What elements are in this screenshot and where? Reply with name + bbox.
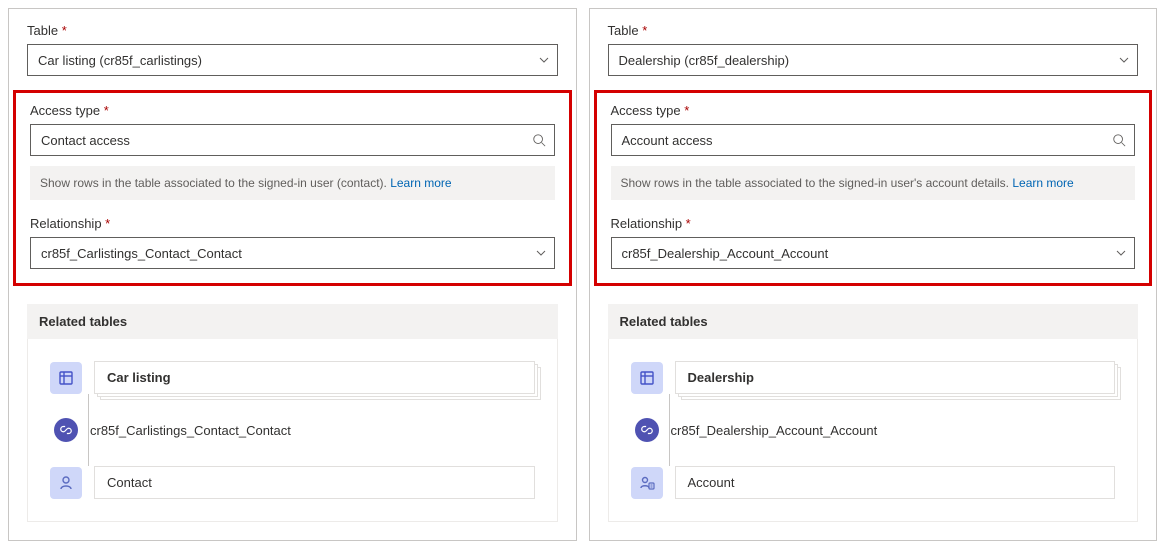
relationship-label: Relationship — [30, 216, 555, 231]
relationship-value: cr85f_Carlistings_Contact_Contact — [41, 246, 242, 261]
access-type-value: Contact access — [41, 133, 130, 148]
table-select[interactable]: Dealership (cr85f_dealership) — [608, 44, 1139, 76]
contact-icon — [50, 467, 82, 499]
related-link-text: cr85f_Dealership_Account_Account — [671, 423, 878, 438]
highlighted-section: Access type Contact access Show rows in … — [13, 90, 572, 286]
relationship-value: cr85f_Dealership_Account_Account — [622, 246, 829, 261]
related-tables-header: Related tables — [27, 304, 558, 339]
chevron-down-icon — [1119, 55, 1129, 65]
helper-text-row: Show rows in the table associated to the… — [30, 166, 555, 200]
relationship-label: Relationship — [611, 216, 1136, 231]
relationship-icon — [635, 418, 659, 442]
chevron-down-icon — [1116, 248, 1126, 258]
related-bottom-card: Contact — [94, 466, 535, 499]
related-bottom-row: Account — [631, 466, 1116, 499]
chevron-down-icon — [536, 248, 546, 258]
related-top-row: Dealership — [631, 361, 1116, 394]
table-value: Car listing (cr85f_carlistings) — [38, 53, 202, 68]
search-icon — [1112, 133, 1126, 147]
related-tables-section: Related tables Car listing cr85f_Carlis — [27, 304, 558, 522]
related-top-card: Car listing — [94, 361, 535, 394]
related-link-text: cr85f_Carlistings_Contact_Contact — [90, 423, 291, 438]
access-type-label: Access type — [30, 103, 555, 118]
access-type-select[interactable]: Account access — [611, 124, 1136, 156]
relationship-select[interactable]: cr85f_Carlistings_Contact_Contact — [30, 237, 555, 269]
learn-more-link[interactable]: Learn more — [390, 176, 451, 190]
table-label: Table — [608, 23, 1139, 38]
relationship-select[interactable]: cr85f_Dealership_Account_Account — [611, 237, 1136, 269]
table-icon — [631, 362, 663, 394]
account-icon — [631, 467, 663, 499]
access-type-label: Access type — [611, 103, 1136, 118]
table-icon — [50, 362, 82, 394]
search-icon — [532, 133, 546, 147]
left-panel: Table Car listing (cr85f_carlistings) Ac… — [8, 8, 577, 541]
helper-text: Show rows in the table associated to the… — [621, 176, 1013, 190]
right-panel: Table Dealership (cr85f_dealership) Acce… — [589, 8, 1158, 541]
related-tables-section: Related tables Dealership cr85f_Dealers — [608, 304, 1139, 522]
related-top-card: Dealership — [675, 361, 1116, 394]
related-bottom-card: Account — [675, 466, 1116, 499]
related-tables-body: Dealership cr85f_Dealership_Account_Acco… — [608, 339, 1139, 522]
related-tables-header: Related tables — [608, 304, 1139, 339]
related-link-row: cr85f_Dealership_Account_Account — [631, 416, 1116, 444]
chevron-down-icon — [539, 55, 549, 65]
related-link-row: cr85f_Carlistings_Contact_Contact — [50, 416, 535, 444]
related-bottom-row: Contact — [50, 466, 535, 499]
table-value: Dealership (cr85f_dealership) — [619, 53, 790, 68]
related-top-row: Car listing — [50, 361, 535, 394]
helper-text-row: Show rows in the table associated to the… — [611, 166, 1136, 200]
related-tables-body: Car listing cr85f_Carlistings_Contact_Co… — [27, 339, 558, 522]
relationship-icon — [54, 418, 78, 442]
access-type-select[interactable]: Contact access — [30, 124, 555, 156]
table-label: Table — [27, 23, 558, 38]
access-type-value: Account access — [622, 133, 713, 148]
highlighted-section: Access type Account access Show rows in … — [594, 90, 1153, 286]
helper-text: Show rows in the table associated to the… — [40, 176, 390, 190]
learn-more-link[interactable]: Learn more — [1012, 176, 1073, 190]
table-select[interactable]: Car listing (cr85f_carlistings) — [27, 44, 558, 76]
